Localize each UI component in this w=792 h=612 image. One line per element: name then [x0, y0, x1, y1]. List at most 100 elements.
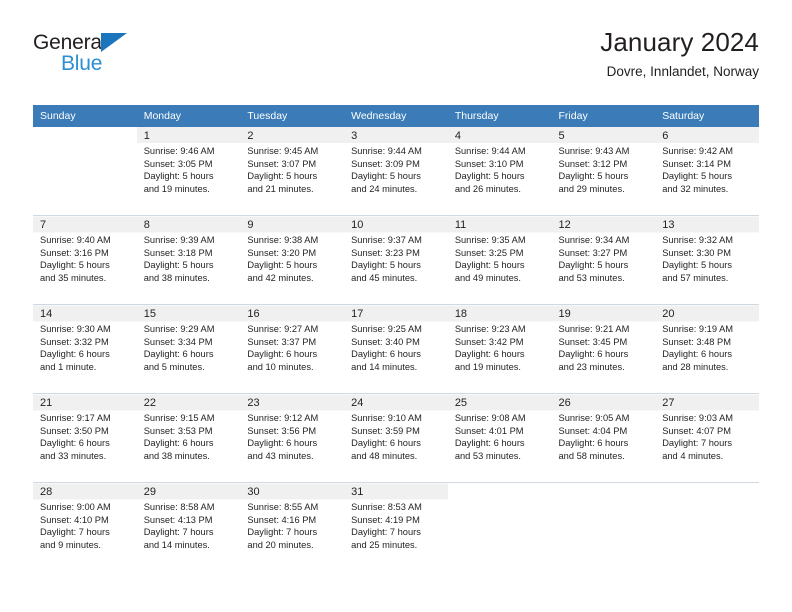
day-daylight-line: and 53 minutes.	[558, 272, 625, 283]
day-cell-content: 27 Sunrise: 9:03 AM Sunset: 4:07 PM Dayligh…	[655, 394, 759, 482]
day-sun-info: Sunrise: 9:05 AM Sunset: 4:04 PM Daylight:…	[559, 412, 650, 462]
calendar-day-cell[interactable]: 4 Sunrise: 9:44 AM Sunset: 3:10 PM Daylight…	[447, 127, 552, 216]
day-sunrise-line: Sunrise: 9:25 AM	[351, 324, 422, 334]
day-number: 5	[558, 130, 565, 142]
calendar-day-cell[interactable]: 18 Sunrise: 9:23 AM Sunset: 3:42 PM Dayligh…	[447, 304, 552, 394]
calendar-day-cell[interactable]: 9 Sunrise: 9:38 AM Sunset: 3:20 PM Daylight…	[240, 215, 345, 305]
calendar-day-cell[interactable]: 3 Sunrise: 9:44 AM Sunset: 3:09 PM Daylight…	[344, 127, 448, 216]
calendar-day-cell[interactable]: 11 Sunrise: 9:35 AM Sunset: 3:25 PM Dayligh…	[447, 215, 552, 305]
day-daylight-line: Daylight: 5 hours	[662, 171, 732, 182]
day-daylight-line: and 43 minutes.	[247, 450, 314, 461]
day-daylight-line: Daylight: 5 hours	[351, 260, 421, 271]
calendar-day-cell[interactable]: 8 Sunrise: 9:39 AM Sunset: 3:18 PM Daylight…	[136, 215, 241, 305]
calendar-day-cell[interactable]: 17 Sunrise: 9:25 AM Sunset: 3:40 PM Dayligh…	[344, 304, 448, 394]
day-daylight-line: Daylight: 5 hours	[558, 171, 629, 182]
calendar-day-cell[interactable]: 27 Sunrise: 9:03 AM Sunset: 4:07 PM Dayligh…	[655, 393, 759, 483]
calendar-cell-empty	[447, 482, 552, 571]
calendar-day-cell[interactable]: 19 Sunrise: 9:21 AM Sunset: 3:45 PM Dayligh…	[551, 304, 656, 394]
calendar-day-cell[interactable]: 24 Sunrise: 9:10 AM Sunset: 3:59 PM Dayligh…	[344, 393, 448, 483]
day-sunset-line: Sunset: 4:07 PM	[662, 425, 731, 436]
calendar-day-cell[interactable]: 2 Sunrise: 9:45 AM Sunset: 3:07 PM Daylight…	[240, 127, 345, 216]
day-daylight-line: Daylight: 6 hours	[454, 438, 525, 449]
calendar-day-cell[interactable]: 26 Sunrise: 9:05 AM Sunset: 4:04 PM Dayligh…	[551, 393, 656, 483]
calendar-day-cell[interactable]: 16 Sunrise: 9:27 AM Sunset: 3:37 PM Dayligh…	[240, 304, 345, 394]
day-number: 20	[662, 308, 675, 320]
calendar-day-cell[interactable]: 21 Sunrise: 9:17 AM Sunset: 3:50 PM Dayligh…	[33, 393, 137, 483]
day-cell-content: 8 Sunrise: 9:39 AM Sunset: 3:18 PM Daylight…	[137, 216, 241, 304]
calendar-day-cell[interactable]: 31 Sunrise: 8:53 AM Sunset: 4:19 PM Dayligh…	[344, 482, 448, 571]
calendar-day-cell[interactable]: 30 Sunrise: 8:55 AM Sunset: 4:16 PM Dayligh…	[240, 482, 345, 571]
day-daylight-line: Daylight: 5 hours	[143, 171, 214, 182]
day-cell-content: 22 Sunrise: 9:15 AM Sunset: 3:53 PM Dayligh…	[137, 394, 241, 482]
calendar-day-cell[interactable]: 14 Sunrise: 9:30 AM Sunset: 3:32 PM Dayligh…	[33, 304, 137, 394]
day-sunrise-line: Sunrise: 9:19 AM	[662, 324, 734, 334]
day-sunrise-line: Sunrise: 9:21 AM	[558, 324, 630, 334]
calendar-page: General Blue January 2024 Dovre, Innland…	[0, 0, 792, 612]
day-daylight-line: Daylight: 6 hours	[351, 438, 421, 449]
calendar-day-cell[interactable]: 25 Sunrise: 9:08 AM Sunset: 4:01 PM Dayligh…	[447, 393, 552, 483]
day-sunset-line: Sunset: 4:01 PM	[454, 425, 524, 436]
calendar-day-cell[interactable]: 7 Sunrise: 9:40 AM Sunset: 3:16 PM Daylight…	[33, 215, 137, 305]
calendar-day-cell[interactable]: 5 Sunrise: 9:43 AM Sunset: 3:12 PM Daylight…	[551, 127, 656, 216]
day-cell-content: 5 Sunrise: 9:43 AM Sunset: 3:12 PM Daylight…	[552, 127, 656, 215]
calendar-day-cell[interactable]: 1 Sunrise: 9:46 AM Sunset: 3:05 PM Daylight…	[136, 127, 241, 216]
day-daylight-line: and 14 minutes.	[351, 361, 418, 372]
day-sun-info: Sunrise: 9:46 AM Sunset: 3:05 PM Daylight:…	[144, 145, 235, 195]
calendar-day-cell[interactable]: 20 Sunrise: 9:19 AM Sunset: 3:48 PM Dayligh…	[655, 304, 759, 394]
day-sunset-line: Sunset: 3:42 PM	[454, 336, 524, 347]
day-sunset-line: Sunset: 4:19 PM	[351, 514, 420, 525]
day-cell-content: 3 Sunrise: 9:44 AM Sunset: 3:09 PM Daylight…	[344, 127, 448, 215]
day-sunrise-line: Sunrise: 9:38 AM	[247, 235, 319, 245]
day-daylight-line: and 45 minutes.	[351, 272, 418, 283]
day-sun-info: Sunrise: 9:12 AM Sunset: 3:56 PM Daylight:…	[247, 412, 338, 462]
logo-text-blue: Blue	[61, 52, 103, 75]
day-cell-content: 4 Sunrise: 9:44 AM Sunset: 3:10 PM Daylight…	[448, 127, 552, 215]
day-daylight-line: and 21 minutes.	[247, 183, 314, 194]
calendar-day-cell[interactable]: 23 Sunrise: 9:12 AM Sunset: 3:56 PM Dayligh…	[240, 393, 345, 483]
day-sunrise-line: Sunrise: 9:37 AM	[351, 235, 422, 245]
day-sun-info: Sunrise: 9:32 AM Sunset: 3:30 PM Daylight:…	[662, 234, 753, 284]
day-cell-content	[552, 483, 656, 571]
day-sun-info: Sunrise: 9:43 AM Sunset: 3:12 PM Daylight:…	[559, 145, 650, 195]
calendar-day-cell[interactable]: 29 Sunrise: 8:58 AM Sunset: 4:13 PM Dayligh…	[136, 482, 241, 571]
calendar-day-cell[interactable]: 13 Sunrise: 9:32 AM Sunset: 3:30 PM Dayligh…	[655, 215, 759, 305]
day-sun-info: Sunrise: 8:58 AM Sunset: 4:13 PM Daylight:…	[144, 501, 235, 551]
day-sun-info: Sunrise: 9:35 AM Sunset: 3:25 PM Daylight:…	[455, 234, 546, 284]
day-daylight-line: Daylight: 6 hours	[558, 349, 629, 360]
day-sunset-line: Sunset: 3:25 PM	[454, 247, 524, 258]
day-sun-info: Sunrise: 9:44 AM Sunset: 3:10 PM Daylight:…	[455, 145, 546, 195]
day-sunset-line: Sunset: 3:59 PM	[351, 425, 420, 436]
calendar-week-row: 1 Sunrise: 9:46 AM Sunset: 3:05 PM Daylight…	[33, 127, 759, 216]
column-header-saturday: Saturday	[655, 105, 759, 127]
day-cell-content: 9 Sunrise: 9:38 AM Sunset: 3:20 PM Daylight…	[240, 216, 344, 304]
general-blue-logo: General Blue	[33, 32, 213, 92]
day-daylight-line: and 28 minutes.	[662, 361, 729, 372]
day-sunrise-line: Sunrise: 9:08 AM	[454, 413, 526, 423]
day-sunrise-line: Sunrise: 9:10 AM	[351, 413, 422, 423]
logo-text-general: General	[33, 31, 107, 54]
day-daylight-line: and 33 minutes.	[40, 450, 107, 461]
calendar-day-cell[interactable]: 12 Sunrise: 9:34 AM Sunset: 3:27 PM Dayligh…	[551, 215, 656, 305]
day-cell-content: 16 Sunrise: 9:27 AM Sunset: 3:37 PM Dayligh…	[240, 305, 344, 393]
day-number: 15	[143, 308, 156, 320]
day-number: 4	[454, 130, 461, 142]
calendar-day-cell[interactable]: 6 Sunrise: 9:42 AM Sunset: 3:14 PM Daylight…	[655, 127, 759, 216]
calendar-day-cell[interactable]: 10 Sunrise: 9:37 AM Sunset: 3:23 PM Dayligh…	[344, 215, 448, 305]
day-sunset-line: Sunset: 3:07 PM	[247, 158, 317, 169]
calendar-day-cell[interactable]: 15 Sunrise: 9:29 AM Sunset: 3:34 PM Dayligh…	[136, 304, 241, 394]
day-cell-content: 19 Sunrise: 9:21 AM Sunset: 3:45 PM Dayligh…	[552, 305, 656, 393]
day-sunset-line: Sunset: 3:32 PM	[40, 336, 109, 347]
day-sunset-line: Sunset: 3:10 PM	[454, 158, 524, 169]
page-title: January 2024	[600, 27, 759, 57]
calendar-day-cell[interactable]: 22 Sunrise: 9:15 AM Sunset: 3:53 PM Dayligh…	[136, 393, 241, 483]
day-cell-content: 13 Sunrise: 9:32 AM Sunset: 3:30 PM Dayligh…	[655, 216, 759, 304]
day-number: 18	[454, 308, 468, 320]
day-sunrise-line: Sunrise: 9:12 AM	[247, 413, 319, 423]
day-daylight-line: and 57 minutes.	[662, 272, 729, 283]
calendar-day-cell[interactable]: 28 Sunrise: 9:00 AM Sunset: 4:10 PM Dayligh…	[33, 482, 137, 571]
day-sun-info: Sunrise: 9:30 AM Sunset: 3:32 PM Daylight:…	[40, 323, 131, 373]
day-daylight-line: and 38 minutes.	[143, 272, 210, 283]
day-daylight-line: and 53 minutes.	[454, 450, 521, 461]
day-daylight-line: Daylight: 5 hours	[247, 260, 318, 271]
day-daylight-line: Daylight: 6 hours	[247, 349, 318, 360]
